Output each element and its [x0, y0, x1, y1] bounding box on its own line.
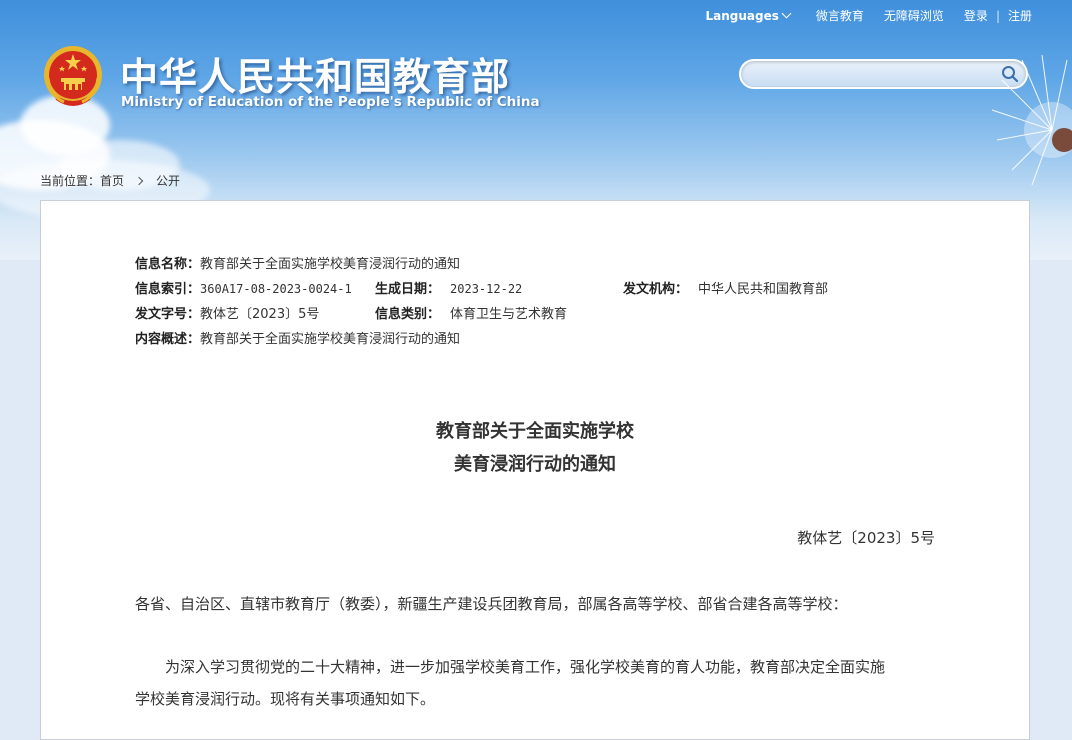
meta-name-row: 信息名称：教育部关于全面实施学校美育浸润行动的通知 — [135, 253, 460, 272]
meta-category-row: 信息类别： 体育卫生与艺术教育 — [375, 303, 567, 322]
breadcrumb-prefix: 当前位置： — [40, 174, 101, 188]
meta-date-value: 2023-12-22 — [450, 282, 523, 296]
meta-docno-value: 教体艺〔2023〕5号 — [200, 307, 320, 322]
meta-category-value: 体育卫生与艺术教育 — [450, 307, 568, 322]
weiyan-link[interactable]: 微言教育 — [816, 7, 864, 24]
recipients-line: 各省、自治区、直辖市教育厅（教委），新疆生产建设兵团教育局，部属各高等学校、部省… — [135, 595, 848, 613]
meta-summary-label: 内容概述： — [135, 332, 201, 347]
meta-index-value: 360A17-08-2023-0024-1 — [200, 282, 352, 296]
national-emblem-icon — [44, 46, 102, 106]
breadcrumb-current-link[interactable]: 公开 — [156, 172, 180, 189]
meta-category-label: 信息类别： — [375, 307, 441, 322]
site-title: 中华人民共和国教育部 — [120, 55, 511, 99]
paragraph-1-line-1: 为深入学习贯彻党的二十大精神，进一步加强学校美育工作，强化学校美育的育人功能，教… — [165, 658, 886, 676]
meta-name-label: 信息名称： — [135, 257, 201, 272]
chevron-down-icon — [781, 8, 792, 19]
document-title-line2: 美育浸润行动的通知 — [454, 454, 616, 475]
languages-label: Languages — [705, 8, 779, 23]
chevron-right-icon — [134, 176, 144, 185]
meta-summary-row: 内容概述：教育部关于全面实施学校美育浸润行动的通知 — [135, 328, 460, 347]
meta-docno-row: 发文字号：教体艺〔2023〕5号 — [135, 303, 319, 322]
meta-org-value: 中华人民共和国教育部 — [698, 282, 829, 297]
separator: | — [995, 8, 1000, 23]
login-link[interactable]: 登录 — [964, 7, 988, 24]
meta-org-label: 发文机构： — [623, 282, 689, 297]
search-input[interactable] — [753, 61, 997, 89]
register-link[interactable]: 注册 — [1008, 7, 1032, 24]
breadcrumb: 当前位置： 首页 公开 — [40, 172, 180, 189]
meta-name-value: 教育部关于全面实施学校美育浸润行动的通知 — [200, 257, 461, 272]
top-utility-bar: Languages 微言教育 无障碍浏览 登录 | 注册 — [706, 7, 1033, 24]
dandelion-decoration-icon — [991, 54, 1072, 186]
accessibility-link[interactable]: 无障碍浏览 — [884, 7, 944, 24]
meta-summary-value: 教育部关于全面实施学校美育浸润行动的通知 — [200, 332, 461, 347]
meta-index-label: 信息索引： — [135, 282, 201, 297]
meta-date-row: 生成日期： 2023-12-22 — [375, 278, 522, 297]
site-subtitle: Ministry of Education of the People's Re… — [121, 94, 540, 110]
meta-docno-label: 发文字号： — [135, 307, 201, 322]
breadcrumb-home-link[interactable]: 首页 — [100, 172, 124, 189]
meta-index-row: 信息索引：360A17-08-2023-0024-1 — [135, 278, 352, 297]
paragraph-1-line-2: 学校美育浸润行动。现将有关事项通知如下。 — [135, 690, 436, 708]
document-number: 教体艺〔2023〕5号 — [797, 529, 935, 547]
document-title-line1: 教育部关于全面实施学校 — [436, 421, 634, 442]
languages-dropdown[interactable]: Languages — [705, 8, 792, 23]
content-panel: 信息名称：教育部关于全面实施学校美育浸润行动的通知 信息索引：360A17-08… — [40, 200, 1030, 740]
meta-org-row: 发文机构： 中华人民共和国教育部 — [623, 278, 828, 297]
meta-date-label: 生成日期： — [375, 282, 441, 297]
